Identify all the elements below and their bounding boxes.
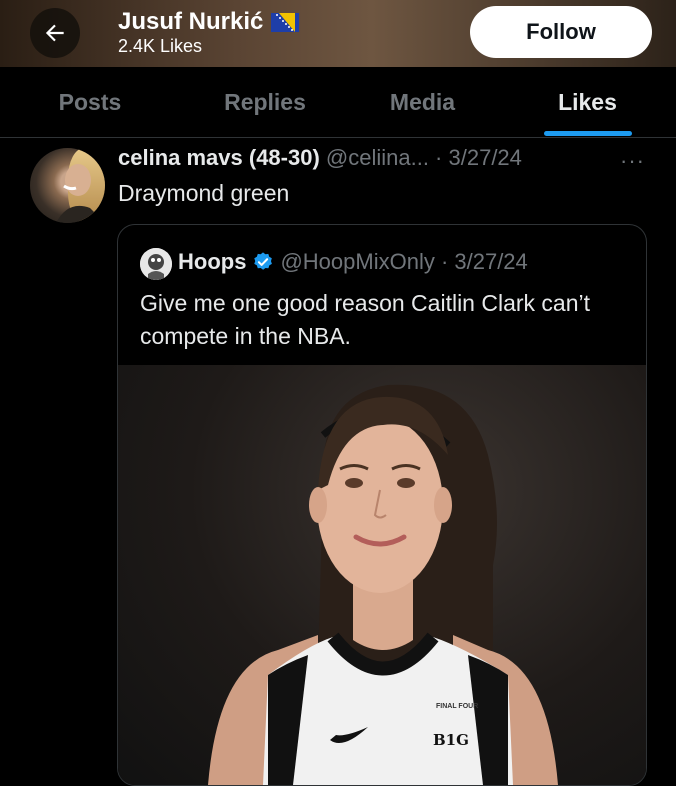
- verified-badge-icon: [254, 252, 273, 270]
- jersey-logo-text: B1G: [433, 731, 469, 749]
- tab-likes[interactable]: Likes: [505, 67, 670, 137]
- tab-media[interactable]: Media: [340, 67, 505, 137]
- jersey-badge-text: FINAL FOUR: [436, 703, 479, 710]
- profile-header: Jusuf Nurkić 2.4K Likes Follow: [0, 0, 676, 67]
- post-header: celina mavs (48-30) @celiina... · 3/27/2…: [118, 145, 522, 171]
- active-tab-indicator: [544, 131, 632, 136]
- quote-avatar: [140, 248, 172, 280]
- author-meta: @celiina... · 3/27/24: [325, 145, 522, 170]
- quote-image[interactable]: FINAL FOUR B1G: [118, 365, 646, 785]
- back-button[interactable]: [30, 8, 80, 58]
- post-text: Draymond green: [118, 180, 290, 206]
- quote-author-meta: @HoopMixOnly · 3/27/24: [280, 249, 528, 274]
- quoted-post-card[interactable]: Hoops @HoopMixOnly · 3/27/24 Give me one…: [117, 224, 647, 786]
- quote-header: Hoops @HoopMixOnly · 3/27/24: [178, 249, 528, 275]
- profile-name: Jusuf Nurkić: [118, 8, 300, 36]
- profile-name-text: Jusuf Nurkić: [118, 8, 264, 35]
- avatar[interactable]: [30, 148, 105, 223]
- tab-posts[interactable]: Posts: [0, 67, 180, 137]
- profile-tabs: Posts Replies Media Likes: [0, 67, 676, 138]
- likes-count: 2.4K Likes: [118, 36, 203, 56]
- author-name[interactable]: celina mavs (48-30): [118, 145, 320, 170]
- quote-author-name: Hoops: [178, 249, 247, 274]
- arrow-left-icon: [45, 24, 64, 42]
- bosnia-flag-icon: [271, 12, 300, 32]
- more-horizontal-icon[interactable]: ···: [620, 148, 645, 174]
- quote-text: Give me one good reason Caitlin Clark ca…: [140, 290, 591, 349]
- follow-button[interactable]: Follow: [470, 6, 652, 58]
- tab-replies[interactable]: Replies: [180, 67, 350, 137]
